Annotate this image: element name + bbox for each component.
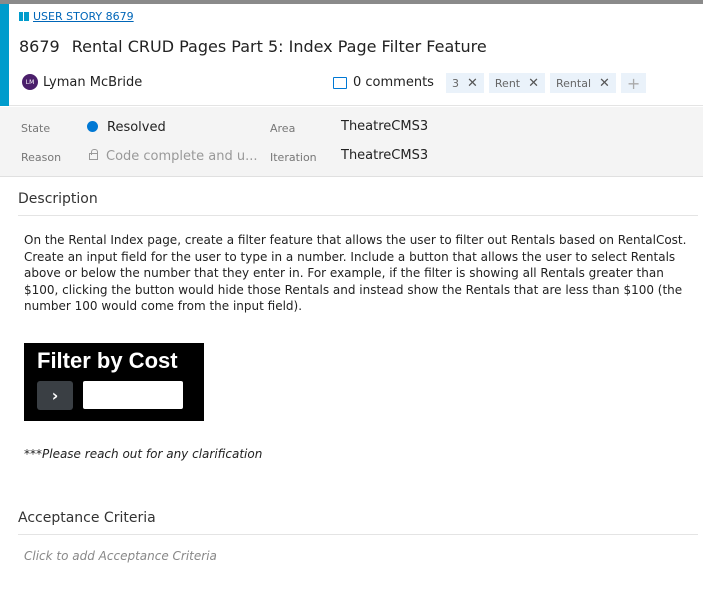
acceptance-criteria-input[interactable]: Click to add Acceptance Criteria	[24, 549, 217, 563]
iteration-field[interactable]: TheatreCMS3	[341, 148, 428, 163]
work-item-title: Rental CRUD Pages Part 5: Index Page Fil…	[71, 37, 487, 56]
tag-label: 3	[452, 76, 459, 90]
close-icon[interactable]: ✕	[467, 76, 478, 91]
tag[interactable]: 3 ✕	[446, 73, 484, 93]
iteration-label: Iteration	[270, 151, 317, 164]
type-color-bar	[0, 4, 9, 106]
tag[interactable]: Rental ✕	[550, 73, 616, 93]
work-item-header: USER STORY 8679 8679 Rental CRUD Pages Pa…	[0, 4, 703, 106]
reason-value: Code complete and u...	[106, 149, 258, 164]
page-title[interactable]: 8679 Rental CRUD Pages Part 5: Index Page…	[19, 37, 487, 56]
reason-field: Code complete and u...	[89, 149, 258, 164]
add-tag-button[interactable]: +	[620, 73, 647, 93]
comment-icon	[333, 76, 347, 89]
breadcrumb-link[interactable]: USER STORY 8679	[19, 10, 134, 23]
tags-list: 3 ✕ Rent ✕ Rental ✕ +	[446, 73, 647, 93]
tag[interactable]: Rent ✕	[488, 73, 546, 93]
state-dot-icon	[87, 121, 98, 132]
lock-icon	[89, 149, 98, 160]
comments-count: 0 comments	[353, 75, 434, 90]
book-icon	[19, 12, 29, 21]
clarification-note: ***Please reach out for any clarificatio…	[24, 447, 263, 461]
description-heading: Description	[18, 191, 698, 216]
filter-mockup-image: Filter by Cost ›	[24, 343, 204, 421]
image-title: Filter by Cost	[37, 348, 178, 373]
close-icon[interactable]: ✕	[599, 76, 610, 91]
assigned-to[interactable]: LM Lyman McBride	[22, 74, 142, 90]
work-item-id: 8679	[19, 37, 60, 56]
state-label: State	[21, 122, 51, 135]
area-field[interactable]: TheatreCMS3	[341, 119, 428, 134]
state-field[interactable]: Resolved	[87, 120, 166, 135]
image-input-box	[83, 381, 183, 409]
acceptance-heading: Acceptance Criteria	[18, 510, 698, 535]
fields-panel: State Resolved Reason Code complete and …	[0, 107, 703, 177]
author-name: Lyman McBride	[43, 74, 143, 90]
comments-link[interactable]: 0 comments	[333, 75, 434, 90]
area-label: Area	[270, 122, 296, 135]
avatar: LM	[22, 74, 38, 90]
state-value: Resolved	[107, 120, 166, 135]
reason-label: Reason	[21, 151, 62, 164]
chevron-right-icon: ›	[37, 381, 73, 410]
close-icon[interactable]: ✕	[528, 76, 539, 91]
breadcrumb-text: USER STORY 8679	[33, 10, 134, 23]
description-text[interactable]: On the Rental Index page, create a filte…	[24, 232, 694, 315]
tag-label: Rental	[556, 76, 592, 90]
tag-label: Rent	[494, 76, 521, 90]
